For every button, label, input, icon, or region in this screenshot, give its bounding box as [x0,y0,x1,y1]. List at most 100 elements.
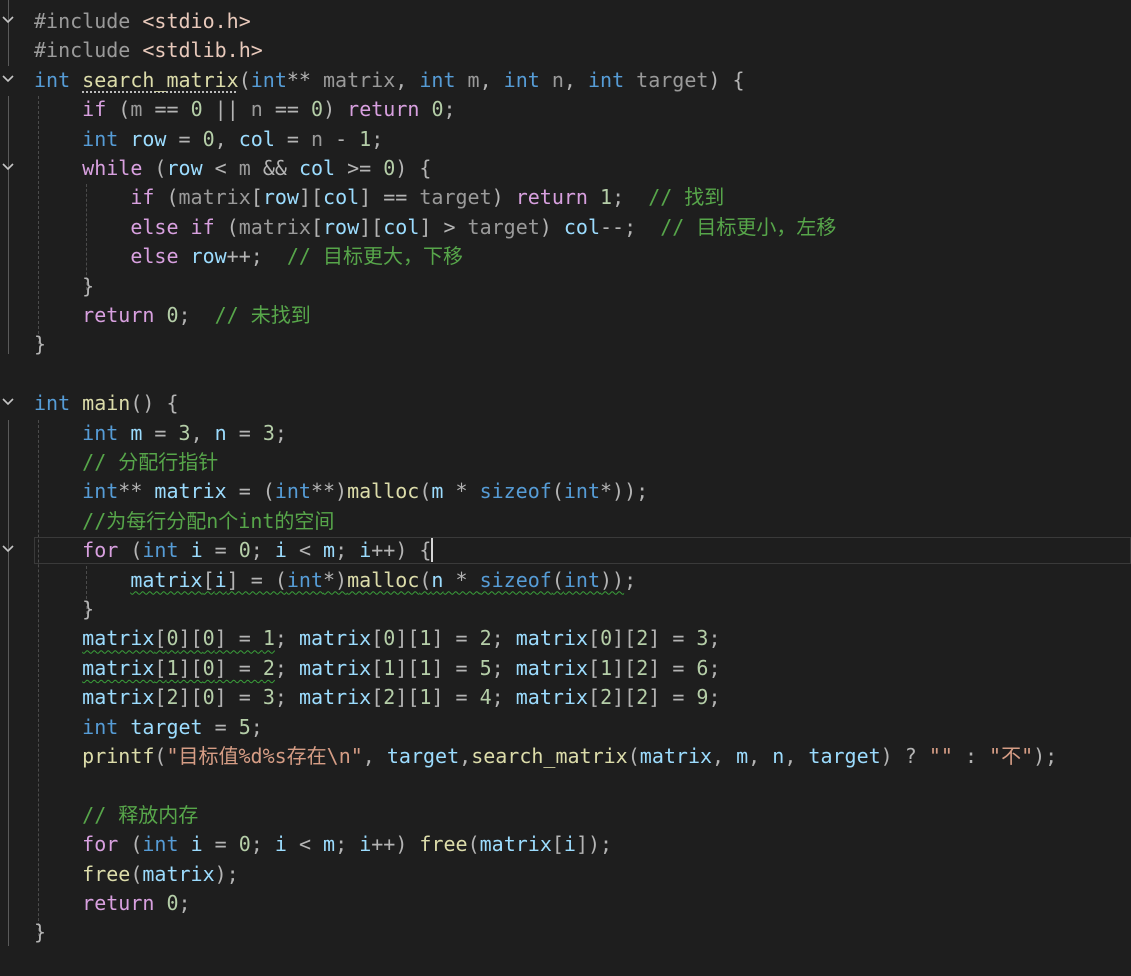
code-line[interactable]: matrix[1][0] = 2; matrix[1][1] = 5; matr… [0,654,1131,683]
code-token: ] = [648,685,697,710]
code-line[interactable]: if (m == 0 || n == 0) return 0; [0,95,1131,124]
code-line[interactable]: for (int i = 0; i < m; i++) free(matrix[… [0,830,1131,859]
code-token: ; [274,420,287,445]
code-token: < [286,538,324,563]
code-token: == [262,97,312,122]
code-line[interactable] [0,360,1131,389]
code-token: int [34,67,71,92]
code-line[interactable]: // 释放内存 [0,801,1131,830]
code-token: ; [612,185,649,210]
code-line[interactable]: } [0,330,1131,359]
code-token: for [82,832,119,857]
code-token: ] = [648,626,697,651]
code-line[interactable]: int** matrix = (int**)malloc(m * sizeof(… [0,477,1131,506]
code-text: if (matrix[row][col] == target) return 1… [34,183,724,212]
code-line[interactable]: while (row < m && col >= 0) { [0,154,1131,183]
code-line[interactable]: free(matrix); [0,860,1131,889]
code-token: int [274,479,311,504]
code-token: ] > [419,214,468,239]
code-token: ; [491,626,516,651]
code-token: 0 [311,97,324,122]
code-line[interactable]: int m = 3, n = 3; [0,419,1131,448]
code-token: i [274,832,287,857]
code-line[interactable]: } [0,595,1131,624]
code-editor[interactable]: #include <stdio.h> #include <stdlib.h> int… [0,0,1131,976]
code-token: , [362,744,387,768]
code-token: search_matrix [82,67,239,92]
code-line[interactable]: int search_matrix(int** matrix, int m, i… [0,66,1131,95]
code-token: [ [371,685,384,710]
code-token: m [130,97,143,122]
code-line[interactable]: #include <stdio.h> [0,7,1131,36]
code-line[interactable]: printf("目标值%d%s存在\n", target,search_matr… [0,742,1131,771]
code-token: //为每行分配n个int的空间 [82,508,335,533]
code-line[interactable]: int row = 0, col = n - 1; [0,125,1131,154]
code-token: row [130,126,167,151]
code-text: matrix[1][0] = 2; matrix[1][1] = 5; matr… [34,654,720,683]
code-token: [ [588,626,601,651]
code-token: 2 [479,626,492,651]
code-token: 0 [166,626,179,651]
code-line[interactable]: else if (matrix[row][col] > target) col-… [0,213,1131,242]
code-token: i [359,832,372,857]
code-line[interactable]: #include <stdlib.h> [0,36,1131,65]
code-line[interactable]: if (matrix[row][col] == target) return 1… [0,183,1131,212]
code-text: printf("目标值%d%s存在\n", target,search_matr… [34,742,1057,771]
code-line[interactable]: int target = 5; [0,713,1131,742]
code-line[interactable] [0,771,1131,800]
code-token: matrix [298,626,372,651]
code-token: // 找到 [648,185,725,210]
code-token: ] = [214,655,263,680]
code-line[interactable]: matrix[i] = (int*)malloc(n * sizeof(int)… [0,566,1131,595]
code-line[interactable]: return 0; [0,889,1131,918]
code-token: return [515,185,588,210]
code-token: , [563,67,588,92]
fold-chevron-icon[interactable] [2,396,14,408]
text-cursor [431,538,434,563]
code-token: i [359,538,372,563]
code-token: 2 [636,626,649,651]
code-text: } [34,272,94,301]
code-token: n [310,126,324,151]
fold-chevron-icon[interactable] [2,73,14,85]
fold-chevron-icon[interactable] [2,14,14,26]
code-token: int [142,538,179,563]
code-line[interactable]: } [0,918,1131,947]
code-line[interactable]: int main() { [0,389,1131,418]
code-line[interactable]: matrix[0][0] = 1; matrix[0][1] = 2; matr… [0,624,1131,653]
code-token: 0 [383,156,396,180]
code-token: [ [154,655,167,680]
code-token: ] = [431,626,480,651]
code-token: col [323,185,360,210]
code-line[interactable]: //为每行分配n个int的空间 [0,507,1131,536]
fold-chevron-icon[interactable] [2,543,14,555]
code-token: matrix [298,655,372,680]
code-token: matrix [515,685,589,710]
code-token: int [587,67,625,92]
code-line[interactable]: } [0,272,1131,301]
code-token: int [563,479,600,504]
fold-chevron-icon[interactable] [2,161,14,173]
code-token: ( [214,214,239,239]
code-line[interactable]: for (int i = 0; i < m; i++) { [0,536,1131,565]
code-token: // 未找到 [214,303,311,327]
code-token: : [952,744,990,768]
code-token: ( [551,567,564,592]
code-token: int [82,420,119,445]
code-token: 5 [238,714,251,739]
code-line[interactable]: // 分配行指针 [0,448,1131,477]
code-token: ); [214,861,239,886]
code-token: else if [130,214,215,239]
code-line[interactable]: return 0; // 未找到 [0,301,1131,330]
code-line[interactable]: matrix[2][0] = 3; matrix[2][1] = 4; matr… [0,683,1131,712]
code-line[interactable]: else row++; // 目标更大，下移 [0,242,1131,271]
code-token: ][ [298,185,324,210]
code-token: ][ [612,626,637,651]
code-token: ); [1033,744,1058,768]
code-token: ( [130,861,143,886]
